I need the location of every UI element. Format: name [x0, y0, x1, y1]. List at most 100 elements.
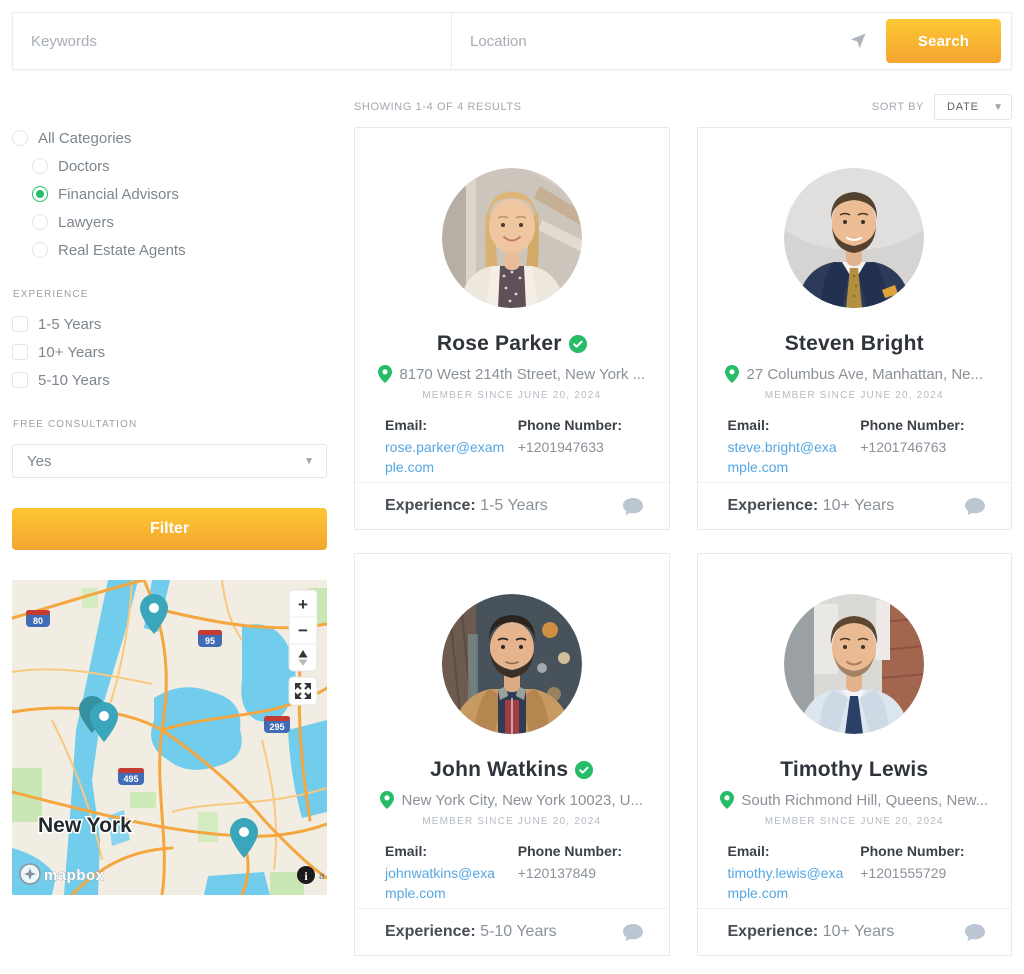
email-link[interactable]: timothy.lewis@example.com	[728, 863, 849, 904]
location-input[interactable]	[452, 13, 850, 69]
map-shield-95: 95	[198, 630, 222, 647]
search-button[interactable]: Search	[886, 19, 1001, 63]
chat-bubble-icon	[964, 923, 986, 942]
map-shield-80: 80	[26, 610, 50, 627]
free-consultation-select[interactable]: Yes ▼	[12, 444, 327, 478]
radio-icon[interactable]	[32, 242, 48, 258]
map-city-label: New York	[38, 814, 132, 837]
chat-button[interactable]	[622, 497, 644, 516]
map-shield-295: 295	[264, 716, 290, 733]
phone-value: +120137849	[518, 863, 639, 883]
map-fullscreen-button[interactable]	[289, 677, 317, 705]
email-link[interactable]: steve.bright@example.com	[728, 437, 849, 478]
phone-label: Phone Number:	[860, 417, 981, 433]
experience-option-1-5[interactable]: 1-5 Years	[12, 310, 327, 338]
result-card-timothy-lewis: Timothy Lewis South Richmond Hill, Queen…	[697, 553, 1013, 956]
chevron-down-icon: ▼	[304, 456, 314, 467]
map-shield-495: 495	[118, 768, 144, 785]
chat-button[interactable]	[964, 497, 986, 516]
contact-block: Email: johnwatkins@example.com Phone Num…	[355, 843, 669, 904]
member-address: New York City, New York 10023, U...	[380, 791, 643, 809]
verified-icon	[569, 335, 587, 353]
results-count: SHOWING 1-4 OF 4 RESULTS	[354, 101, 522, 113]
email-label: Email:	[385, 417, 506, 433]
member-name: Timothy Lewis	[780, 758, 928, 782]
map-canvas[interactable]: 80 95 495 295	[12, 580, 327, 895]
email-label: Email:	[728, 843, 849, 859]
phone-label: Phone Number:	[860, 843, 981, 859]
geolocate-icon[interactable]	[850, 29, 870, 54]
chat-bubble-icon	[622, 497, 644, 516]
experience-label: Experience:	[728, 497, 819, 514]
avatar	[442, 168, 582, 308]
category-radio-list: All Categories Doctors Financial Advisor…	[12, 124, 327, 264]
checkbox-icon[interactable]	[12, 372, 28, 388]
category-doctors[interactable]: Doctors	[12, 152, 327, 180]
contact-block: Email: timothy.lewis@example.com Phone N…	[698, 843, 1012, 904]
chat-button[interactable]	[964, 923, 986, 942]
experience-value: 10+ Years	[823, 923, 895, 940]
svg-text:295: 295	[269, 722, 284, 732]
chat-bubble-icon	[964, 497, 986, 516]
verified-icon	[575, 761, 593, 779]
sort-control: SORT BY DATE ▼	[872, 94, 1012, 120]
avatar	[784, 594, 924, 734]
result-card-steven-bright: Steven Bright 27 Columbus Ave, Manhattan…	[697, 127, 1013, 530]
results-map[interactable]: 80 95 495 295	[12, 580, 327, 895]
svg-text:80: 80	[33, 616, 43, 626]
phone-value: +1201555729	[860, 863, 981, 883]
avatar	[784, 168, 924, 308]
category-lawyers[interactable]: Lawyers	[12, 208, 327, 236]
card-footer: Experience: 5-10 Years	[355, 908, 669, 955]
results-panel: SHOWING 1-4 OF 4 RESULTS SORT BY DATE ▼	[354, 94, 1012, 956]
radio-icon[interactable]	[32, 158, 48, 174]
results-header: SHOWING 1-4 OF 4 RESULTS SORT BY DATE ▼	[354, 94, 1012, 120]
location-field-wrap	[452, 13, 850, 69]
category-label: Real Estate Agents	[58, 242, 186, 259]
radio-icon[interactable]	[32, 214, 48, 230]
checkbox-label: 5-10 Years	[38, 372, 110, 389]
contact-block: Email: rose.parker@example.com Phone Num…	[355, 417, 669, 478]
filter-button[interactable]: Filter	[12, 508, 327, 550]
card-footer: Experience: 1-5 Years	[355, 482, 669, 529]
checkbox-icon[interactable]	[12, 316, 28, 332]
chat-bubble-icon	[622, 923, 644, 942]
member-address: 27 Columbus Ave, Manhattan, Ne...	[725, 365, 983, 383]
experience-option-5-10[interactable]: 5-10 Years	[12, 366, 327, 394]
results-grid: Rose Parker 8170 West 214th Street, New …	[354, 127, 1012, 956]
radio-icon[interactable]	[12, 130, 28, 146]
category-real-estate-agents[interactable]: Real Estate Agents	[12, 236, 327, 264]
location-pin-icon	[380, 791, 394, 809]
category-label: Lawyers	[58, 214, 114, 231]
category-financial-advisors[interactable]: Financial Advisors	[12, 180, 327, 208]
chat-button[interactable]	[622, 923, 644, 942]
mapbox-logo[interactable]: mapbox	[20, 864, 105, 884]
category-all-categories[interactable]: All Categories	[12, 124, 327, 152]
map-attribution[interactable]: a	[319, 871, 325, 882]
phone-label: Phone Number:	[518, 843, 639, 859]
sort-select[interactable]: DATE ▼	[934, 94, 1012, 120]
keywords-input[interactable]	[13, 13, 451, 69]
svg-text:mapbox: mapbox	[44, 867, 105, 884]
phone-value: +1201947633	[518, 437, 639, 457]
radio-checked-icon[interactable]	[32, 186, 48, 202]
map-info-button[interactable]: i	[297, 866, 315, 884]
map-zoom-in-button[interactable]: +	[298, 595, 308, 614]
member-address: 8170 West 214th Street, New York ...	[378, 365, 645, 383]
experience-option-10plus[interactable]: 10+ Years	[12, 338, 327, 366]
phone-value: +1201746763	[860, 437, 981, 457]
member-since: MEMBER SINCE JUNE 20, 2024	[765, 816, 944, 827]
chevron-down-icon: ▼	[993, 102, 1003, 113]
email-link[interactable]: rose.parker@example.com	[385, 437, 506, 478]
card-footer: Experience: 10+ Years	[698, 482, 1012, 529]
checkbox-icon[interactable]	[12, 344, 28, 360]
phone-label: Phone Number:	[518, 417, 639, 433]
checkbox-label: 1-5 Years	[38, 316, 101, 333]
contact-block: Email: steve.bright@example.com Phone Nu…	[698, 417, 1012, 478]
member-since: MEMBER SINCE JUNE 20, 2024	[422, 816, 601, 827]
svg-text:95: 95	[205, 636, 215, 646]
email-link[interactable]: johnwatkins@example.com	[385, 863, 506, 904]
member-name: Steven Bright	[785, 332, 924, 356]
avatar	[442, 594, 582, 734]
map-zoom-out-button[interactable]: −	[298, 621, 308, 640]
